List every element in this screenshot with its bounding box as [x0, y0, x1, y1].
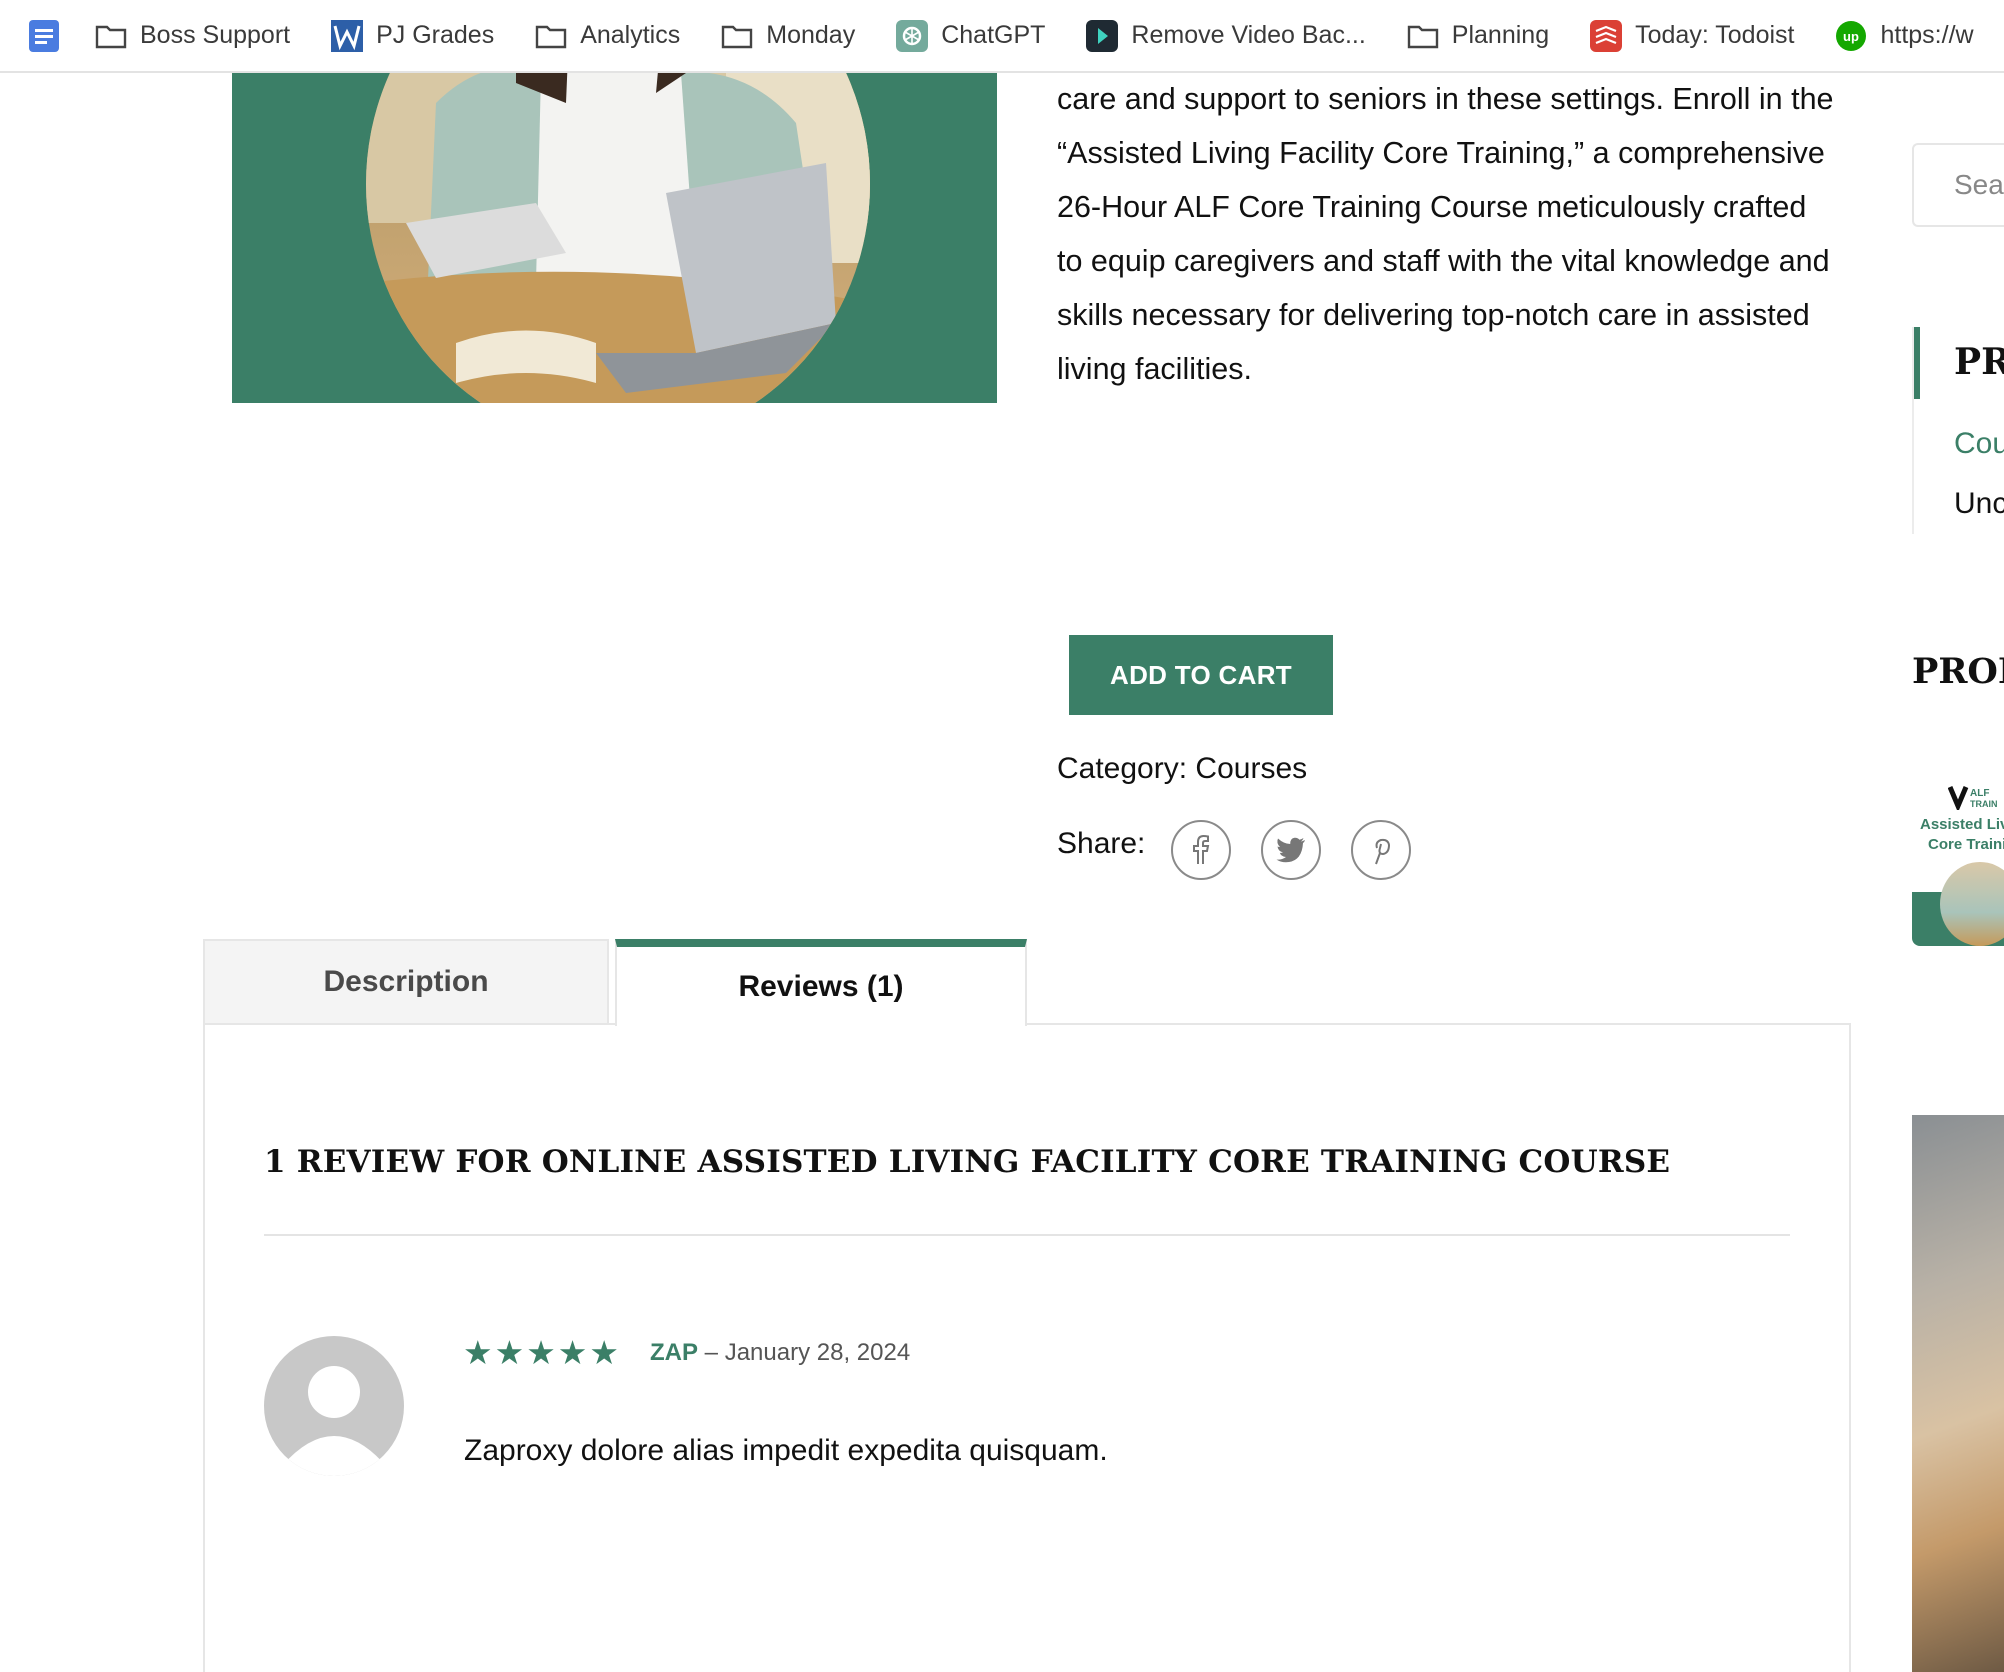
- sidebar-products-heading: PROD: [1912, 651, 2004, 692]
- todoist-icon: [1589, 19, 1623, 53]
- folder-icon: [94, 19, 128, 53]
- alf-logo-icon: ALFTRAIN: [1948, 786, 1998, 810]
- tab-description[interactable]: Description: [203, 939, 609, 1025]
- chatgpt-icon: [895, 19, 929, 53]
- category-link[interactable]: Courses: [1195, 752, 1307, 785]
- bookmark-analytics[interactable]: Analytics: [534, 19, 680, 53]
- share-label: Share:: [1057, 827, 1146, 860]
- description-line: 26-Hour ALF Core Training Course meticul…: [1057, 190, 1807, 224]
- star-icon: ★: [557, 1334, 588, 1371]
- bookmark-label: https://w: [1880, 21, 1974, 49]
- docs-icon[interactable]: [28, 17, 60, 55]
- description-line: skills necessary for delivering top-notc…: [1057, 298, 1810, 332]
- bookmark-label: Boss Support: [140, 21, 291, 49]
- bookmark-boss-support[interactable]: Boss Support: [94, 19, 290, 53]
- bookmark-planning[interactable]: Planning: [1406, 19, 1549, 53]
- bookmark-label: Today: Todoist: [1635, 21, 1795, 49]
- bookmarks-bar: Boss Support PJ Grades Analytics Monday …: [0, 0, 2004, 73]
- upwork-icon: up: [1834, 19, 1868, 53]
- sidebar-office-photo[interactable]: [1912, 1115, 2004, 1672]
- sidebar-search-input[interactable]: Sear: [1912, 143, 2004, 227]
- facebook-icon: [1193, 835, 1210, 864]
- add-to-cart-button[interactable]: ADD TO CART: [1069, 635, 1333, 715]
- bookmark-monday[interactable]: Monday: [720, 19, 855, 53]
- sidebar-link-uncategorized[interactable]: Unc: [1954, 487, 2004, 521]
- sidebar-heading: PRO: [1954, 341, 2004, 383]
- star-icon: ★: [463, 1334, 493, 1371]
- svg-text:up: up: [1844, 29, 1860, 44]
- woman-laptop-photo: [366, 73, 870, 403]
- description-line: “Assisted Living Facility Core Training,…: [1057, 136, 1825, 170]
- twitter-icon: [1276, 837, 1305, 863]
- bookmark-label: ChatGPT: [941, 21, 1046, 49]
- sidebar-categories: PRO Cou Unc: [1912, 327, 2004, 534]
- accent-bar: [1914, 327, 1920, 399]
- product-category: Category: Courses: [1057, 752, 1307, 786]
- w-logo-icon: [330, 19, 364, 53]
- twitter-share-button[interactable]: [1261, 820, 1321, 880]
- reviews-title: 1 REVIEW FOR ONLINE ASSISTED LIVING FACI…: [264, 1144, 1671, 1180]
- star-icon: ★: [589, 1334, 619, 1371]
- bookmark-pj-grades[interactable]: PJ Grades: [330, 19, 494, 53]
- product-image[interactable]: [232, 73, 997, 403]
- folder-icon: [1406, 19, 1440, 53]
- avatar: [264, 1336, 404, 1476]
- svg-text:TRAIN: TRAIN: [1970, 799, 1998, 809]
- product-description: care and support to seniors in these set…: [1057, 72, 1857, 396]
- review-meta: ZAP – January 28, 2024: [650, 1336, 910, 1370]
- sidebar-product-thumbnail[interactable]: ALFTRAIN Assisted Livi Core Trainin: [1912, 770, 2004, 946]
- rating-stars: ★ ★ ★ ★ ★: [463, 1336, 619, 1370]
- reviews-panel: [203, 1023, 1851, 1672]
- star-icon: ★: [526, 1334, 556, 1371]
- pinterest-share-button[interactable]: [1351, 820, 1411, 880]
- facebook-share-button[interactable]: [1171, 820, 1231, 880]
- bookmark-todoist[interactable]: Today: Todoist: [1589, 19, 1794, 53]
- svg-text:ALF: ALF: [1970, 788, 1989, 799]
- category-label: Category:: [1057, 752, 1188, 785]
- tab-reviews[interactable]: Reviews (1): [615, 939, 1027, 1026]
- bookmark-chatgpt[interactable]: ChatGPT: [895, 19, 1045, 53]
- bookmark-label: Monday: [766, 21, 856, 49]
- folder-icon: [720, 19, 754, 53]
- description-line: care and support to seniors in these set…: [1057, 82, 1834, 116]
- thumbnail-caption: Assisted Livi: [1920, 816, 2004, 833]
- review-author: ZAP: [650, 1339, 698, 1366]
- bookmark-label: Analytics: [580, 21, 681, 49]
- video-app-icon: [1085, 19, 1119, 53]
- review-date: January 28, 2024: [724, 1339, 911, 1366]
- bookmark-remove-video-bg[interactable]: Remove Video Bac...: [1085, 19, 1366, 53]
- thumbnail-caption: Core Trainin: [1928, 836, 2004, 853]
- description-line: living facilities.: [1057, 352, 1252, 386]
- divider: [264, 1234, 1790, 1236]
- bookmark-label: Planning: [1451, 21, 1550, 49]
- review-text: Zaproxy dolore alias impedit expedita qu…: [464, 1434, 1108, 1467]
- pinterest-icon: [1375, 838, 1391, 865]
- review-separator: –: [704, 1339, 719, 1366]
- bookmark-upwork-url[interactable]: up https://w: [1834, 19, 1974, 53]
- description-line: to equip caregivers and staff with the v…: [1057, 244, 1830, 278]
- sidebar-link-courses[interactable]: Cou: [1954, 427, 2004, 461]
- bookmark-label: Remove Video Bac...: [1131, 21, 1366, 49]
- bookmark-label: PJ Grades: [376, 21, 495, 49]
- star-icon: ★: [494, 1334, 525, 1371]
- folder-icon: [534, 19, 568, 53]
